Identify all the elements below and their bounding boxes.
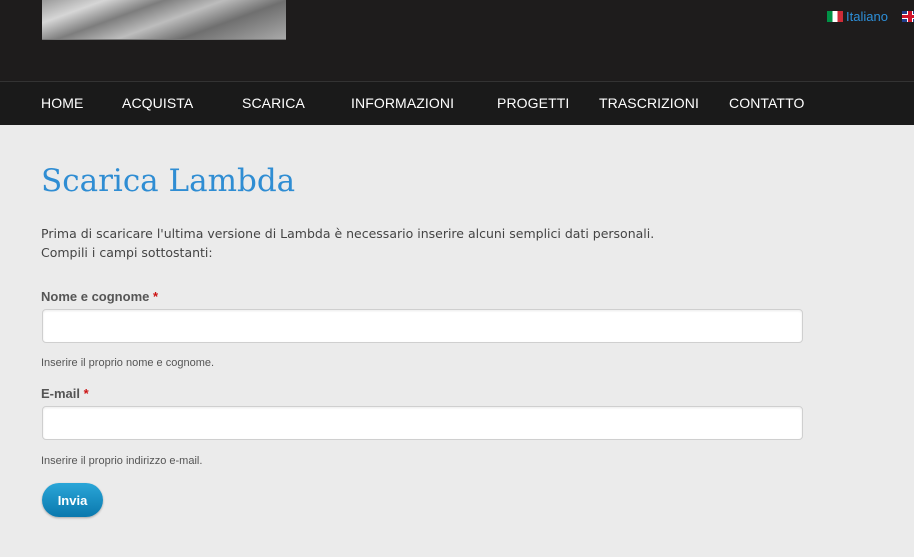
main-navigation: HOME ACQUISTA SCARICA INFORMAZIONI PROGE… xyxy=(0,81,914,125)
italian-flag-icon[interactable] xyxy=(827,11,843,22)
name-field[interactable] xyxy=(42,309,803,343)
language-italiano-link[interactable]: Italiano xyxy=(846,9,888,24)
email-field-label: E-mail * xyxy=(41,386,89,401)
intro-text: Prima di scaricare l'ultima versione di … xyxy=(41,224,654,262)
nav-item-progetti[interactable]: PROGETTI xyxy=(497,95,569,111)
submit-button[interactable]: Invia xyxy=(42,483,103,517)
language-selector[interactable]: Italiano xyxy=(827,9,914,24)
nav-item-home[interactable]: HOME xyxy=(41,95,83,111)
required-marker: * xyxy=(83,386,89,401)
nav-item-acquista[interactable]: ACQUISTA xyxy=(122,95,193,111)
required-marker: * xyxy=(152,289,159,304)
site-header: Italiano xyxy=(0,0,914,81)
name-label-text: Nome e cognome xyxy=(41,289,150,304)
email-field-help: Inserire il proprio indirizzo e-mail. xyxy=(41,455,203,467)
intro-line-1: Prima di scaricare l'ultima versione di … xyxy=(41,226,655,241)
nav-item-informazioni[interactable]: INFORMAZIONI xyxy=(351,95,454,111)
name-field-label: Nome e cognome * xyxy=(41,289,158,304)
email-field[interactable] xyxy=(42,406,803,440)
uk-flag-icon[interactable] xyxy=(901,11,914,22)
name-field-help: Inserire il proprio nome e cognome. xyxy=(41,357,215,369)
nav-item-trascrizioni[interactable]: TRASCRIZIONI xyxy=(599,95,699,111)
intro-line-2: Compili i campi sottostanti: xyxy=(41,245,213,260)
email-label-text: E-mail xyxy=(41,386,81,401)
nav-item-scarica[interactable]: SCARICA xyxy=(242,95,305,111)
header-banner-image xyxy=(42,0,286,40)
nav-item-contatto[interactable]: CONTATTO xyxy=(729,95,804,111)
page-title: Scarica Lambda xyxy=(41,163,296,199)
